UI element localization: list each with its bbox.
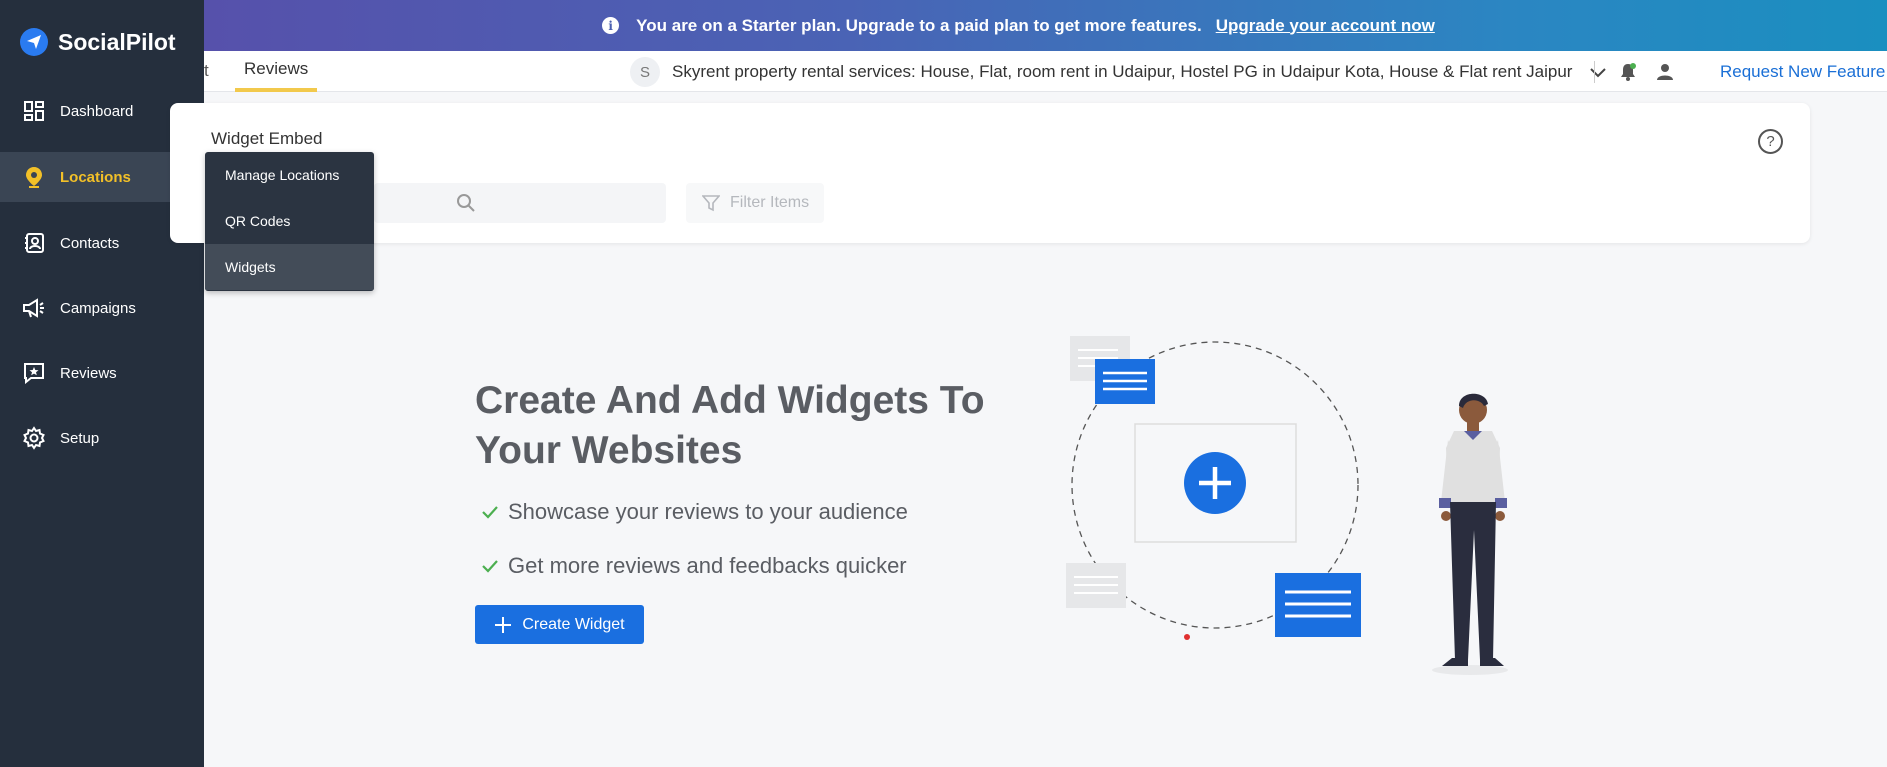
contacts-icon (22, 231, 46, 255)
flyout-item-widgets[interactable]: Widgets (205, 244, 374, 290)
gear-icon (22, 426, 46, 450)
search-icon[interactable] (456, 193, 476, 213)
location-name: Skyrent property rental services: House,… (672, 62, 1573, 81)
brand-logo[interactable]: SocialPilot (20, 28, 176, 56)
upgrade-account-link[interactable]: Upgrade your account now (1216, 16, 1435, 36)
header-divider (1594, 61, 1595, 83)
sidebar-item-label: Dashboard (60, 102, 134, 120)
filter-icon (702, 194, 720, 212)
help-icon[interactable]: ? (1758, 129, 1783, 154)
filter-items-button[interactable]: Filter Items (686, 183, 824, 223)
tab-partial[interactable]: t (204, 61, 214, 81)
feature-bullet: Get more reviews and feedbacks quicker (480, 553, 907, 579)
sidebar-item-reviews[interactable]: Reviews (0, 348, 204, 398)
request-new-feature-link[interactable]: Request New Feature (1720, 62, 1885, 82)
location-avatar: S (630, 57, 660, 87)
location-pin-icon (22, 165, 46, 189)
tab-reviews[interactable]: Reviews (235, 51, 318, 92)
sidebar-item-setup[interactable]: Setup (0, 413, 204, 463)
sidebar-item-label: Reviews (60, 364, 117, 382)
banner-message: You are on a Starter plan. Upgrade to a … (636, 15, 1202, 35)
feature-bullet-text: Get more reviews and feedbacks quicker (508, 553, 907, 578)
widgets-illustration (1066, 336, 1508, 675)
checkmark-icon (480, 556, 500, 576)
filter-items-label: Filter Items (730, 194, 810, 211)
hero-title: Create And Add Widgets To Your Websites (475, 379, 985, 472)
flyout-item-manage-locations[interactable]: Manage Locations (205, 152, 374, 198)
sidebar-item-campaigns[interactable]: Campaigns (0, 283, 204, 333)
locations-flyout-menu: Manage Locations QR Codes Widgets (205, 152, 374, 291)
info-icon: i (602, 17, 620, 34)
feature-bullet: Showcase your reviews to your audience (480, 499, 908, 525)
sub-header: t Reviews S Skyrent property rental serv… (204, 51, 1887, 92)
search-input[interactable] (374, 183, 624, 223)
flyout-item-qr-codes[interactable]: QR Codes (205, 198, 374, 244)
megaphone-icon (22, 296, 46, 320)
sidebar-item-label: Setup (60, 429, 100, 447)
dashboard-icon (22, 99, 46, 123)
checkmark-icon (480, 502, 500, 522)
notification-bell-icon[interactable] (1618, 62, 1638, 82)
create-widget-button[interactable]: Create Widget (475, 605, 644, 644)
paper-plane-icon (20, 28, 48, 56)
search-box (374, 183, 666, 223)
widget-embed-card: Widget Embed ? Filter Items (170, 103, 1810, 243)
plus-icon (494, 616, 512, 634)
sidebar-item-label: Locations (60, 168, 131, 186)
location-selector[interactable]: S Skyrent property rental services: Hous… (630, 57, 1608, 87)
create-widget-label: Create Widget (522, 615, 625, 633)
feature-bullet-text: Showcase your reviews to your audience (508, 499, 908, 524)
review-star-icon (22, 361, 46, 385)
sidebar-item-label: Campaigns (60, 299, 136, 317)
user-account-icon[interactable] (1655, 62, 1675, 82)
sidebar-item-label: Contacts (60, 234, 120, 252)
upgrade-banner: i You are on a Starter plan. Upgrade to … (0, 0, 1887, 51)
card-title: Widget Embed (211, 129, 323, 148)
brand-name: SocialPilot (58, 28, 176, 55)
chevron-down-icon (1590, 68, 1607, 78)
